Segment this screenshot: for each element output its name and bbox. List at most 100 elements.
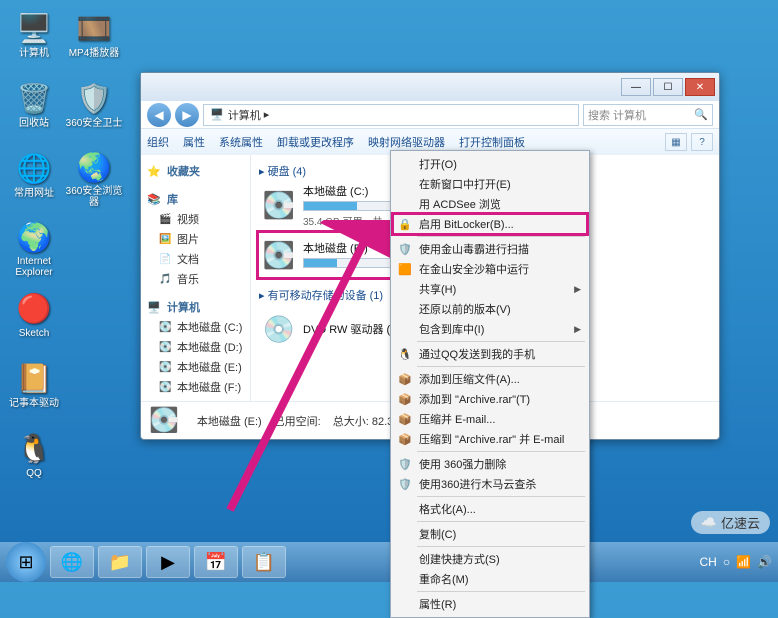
desktop-icon-computer[interactable]: 🖥️计算机 <box>4 8 64 68</box>
ctx-separator <box>417 451 585 452</box>
tray-sound-icon[interactable]: 🔊 <box>757 555 772 569</box>
system-tray[interactable]: CH ○ 📶 🔊 <box>700 555 773 569</box>
breadcrumb[interactable]: 🖥️ 计算机 ▸ <box>203 104 579 126</box>
desktop-icon-ie[interactable]: 🌍Internet Explorer <box>4 218 64 278</box>
cmd-control-panel[interactable]: 打开控制面板 <box>459 134 525 150</box>
nav-label: 本地磁盘 (C:) <box>177 319 242 335</box>
desktop-icon-qq[interactable]: 🐧QQ <box>4 428 64 488</box>
ctx-item-icon: 📦 <box>397 433 413 446</box>
desktop-label: 计算机 <box>19 48 49 59</box>
search-input[interactable]: 搜索 计算机 🔍 <box>583 104 713 126</box>
address-bar: ◀ ▶ 🖥️ 计算机 ▸ 搜索 计算机 🔍 <box>141 101 719 129</box>
nav-drive-e[interactable]: 💽本地磁盘 (E:) <box>141 357 250 377</box>
ctx-item[interactable]: 复制(C) <box>393 524 587 544</box>
ctx-item-icon: 🛡️ <box>397 478 413 491</box>
nav-music[interactable]: 🎵音乐 <box>141 269 250 289</box>
drive-icon: 💽 <box>159 322 173 333</box>
ctx-item[interactable]: 🟧在金山安全沙箱中运行 <box>393 259 587 279</box>
ctx-item[interactable]: 🛡️ 使用360进行木马云查杀 <box>393 474 587 494</box>
ctx-item[interactable]: 创建快捷方式(S) <box>393 549 587 569</box>
desktop-icon-sketch[interactable]: 🔴Sketch <box>4 288 64 348</box>
desktop-icon-360browser[interactable]: 🌏360安全浏览器 <box>64 148 124 208</box>
ctx-item[interactable]: 打开(O) <box>393 154 587 174</box>
desktop-label: Sketch <box>19 328 50 339</box>
nav-videos[interactable]: 🎬视频 <box>141 209 250 229</box>
tray-network-icon[interactable]: 📶 <box>736 555 751 569</box>
help-button[interactable]: ? <box>691 133 713 151</box>
nav-computer[interactable]: 🖥️计算机 <box>141 297 250 317</box>
ctx-item[interactable]: 📦压缩并 E-mail... <box>393 409 587 429</box>
back-button[interactable]: ◀ <box>147 103 171 127</box>
close-button[interactable]: ✕ <box>685 78 715 96</box>
ctx-item[interactable]: 🔒启用 BitLocker(B)... <box>393 214 587 234</box>
ctx-item[interactable]: 格式化(A)... <box>393 499 587 519</box>
desktop-icon-notebook[interactable]: 📔记事本驱动 <box>4 358 64 418</box>
ctx-separator <box>417 546 585 547</box>
view-button[interactable]: ▦ <box>665 133 687 151</box>
ctx-item[interactable]: 在新窗口中打开(E) <box>393 174 587 194</box>
watermark: ☁️ 亿速云 <box>691 511 770 534</box>
ctx-item[interactable]: 属性(R) <box>393 594 587 614</box>
ctx-item[interactable]: 📦压缩到 "Archive.rar" 并 E-mail <box>393 429 587 449</box>
search-icon: 🔍 <box>694 108 708 121</box>
ctx-item-icon: 🟧 <box>397 263 413 276</box>
minimize-button[interactable]: — <box>621 78 651 96</box>
ctx-item-label: 用 ACDSee 浏览 <box>419 196 501 212</box>
cmd-system-properties[interactable]: 系统属性 <box>219 134 263 150</box>
desktop-icon-sites[interactable]: 🌐常用网址 <box>4 148 64 208</box>
desktop-icons: 🖥️计算机 🎞️MP4播放器 🗑️回收站 🛡️360安全卫士 🌐常用网址 🌏36… <box>0 0 130 540</box>
ctx-item-label: 使用360进行木马云查杀 <box>419 476 536 492</box>
ctx-item[interactable]: 用 ACDSee 浏览 <box>393 194 587 214</box>
forward-button[interactable]: ▶ <box>175 103 199 127</box>
desktop-label: 常用网址 <box>14 188 54 199</box>
nav-libraries[interactable]: 📚库 <box>141 189 250 209</box>
start-button[interactable]: ⊞ <box>6 542 46 582</box>
ie-icon: 🌍 <box>14 218 54 256</box>
maximize-button[interactable]: ☐ <box>653 78 683 96</box>
taskbar-media[interactable]: ▶ <box>146 546 190 578</box>
ctx-separator <box>417 341 585 342</box>
desktop-icon-mp4[interactable]: 🎞️MP4播放器 <box>64 8 124 68</box>
taskbar-app[interactable]: 📅 <box>194 546 238 578</box>
taskbar-ie[interactable]: 🌐 <box>50 546 94 578</box>
ctx-item-icon: 🛡️ <box>397 458 413 471</box>
ctx-item[interactable]: 🛡️使用金山毒霸进行扫描 <box>393 239 587 259</box>
nav-favorites[interactable]: ⭐收藏夹 <box>141 161 250 181</box>
nav-drive-d[interactable]: 💽本地磁盘 (D:) <box>141 337 250 357</box>
cmd-map-drive[interactable]: 映射网络驱动器 <box>368 134 445 150</box>
desktop-label: QQ <box>26 468 42 479</box>
desktop-icon-360safe[interactable]: 🛡️360安全卫士 <box>64 78 124 138</box>
music-icon: 🎵 <box>159 274 173 285</box>
taskbar-app2[interactable]: 📋 <box>242 546 286 578</box>
desktop-icon-recycle[interactable]: 🗑️回收站 <box>4 78 64 138</box>
nav-drive-c[interactable]: 💽 本地磁盘 (C:) <box>141 317 250 337</box>
taskbar-explorer[interactable]: 📁 <box>98 546 142 578</box>
cmd-organize[interactable]: 组织 <box>147 134 169 150</box>
tray-icon[interactable]: ○ <box>723 555 730 569</box>
ctx-item[interactable]: 📦添加到 "Archive.rar"(T) <box>393 389 587 409</box>
cmd-uninstall[interactable]: 卸载或更改程序 <box>277 134 354 150</box>
dvd-icon: 💿 <box>261 311 297 347</box>
ctx-item[interactable]: 🐧通过QQ发送到我的手机 <box>393 344 587 364</box>
tray-ime[interactable]: CH <box>700 555 717 569</box>
ctx-item[interactable]: 还原以前的版本(V) <box>393 299 587 319</box>
ctx-separator <box>417 521 585 522</box>
search-placeholder: 搜索 计算机 <box>588 107 646 123</box>
cmd-properties[interactable]: 属性 <box>183 134 205 150</box>
drive-icon: 💽 <box>159 362 173 373</box>
desktop-label: 记事本驱动 <box>9 398 59 409</box>
ctx-item-label: 还原以前的版本(V) <box>419 301 511 317</box>
ctx-item[interactable]: 🛡️使用 360强力删除 <box>393 454 587 474</box>
details-used: 已用空间: <box>274 413 321 429</box>
ctx-item-label: 复制(C) <box>419 526 456 542</box>
ctx-item-label: 格式化(A)... <box>419 501 476 517</box>
notebook-icon: 📔 <box>14 358 54 398</box>
nav-drive-f[interactable]: 💽本地磁盘 (F:) <box>141 377 250 397</box>
nav-pictures[interactable]: 🖼️图片 <box>141 229 250 249</box>
ctx-item[interactable]: 重命名(M) <box>393 569 587 589</box>
nav-documents[interactable]: 📄文档 <box>141 249 250 269</box>
ctx-item[interactable]: 包含到库中(I)▶ <box>393 319 587 339</box>
ctx-item[interactable]: 📦添加到压缩文件(A)... <box>393 369 587 389</box>
chevron-right-icon: ▶ <box>574 324 581 335</box>
ctx-item[interactable]: 共享(H)▶ <box>393 279 587 299</box>
